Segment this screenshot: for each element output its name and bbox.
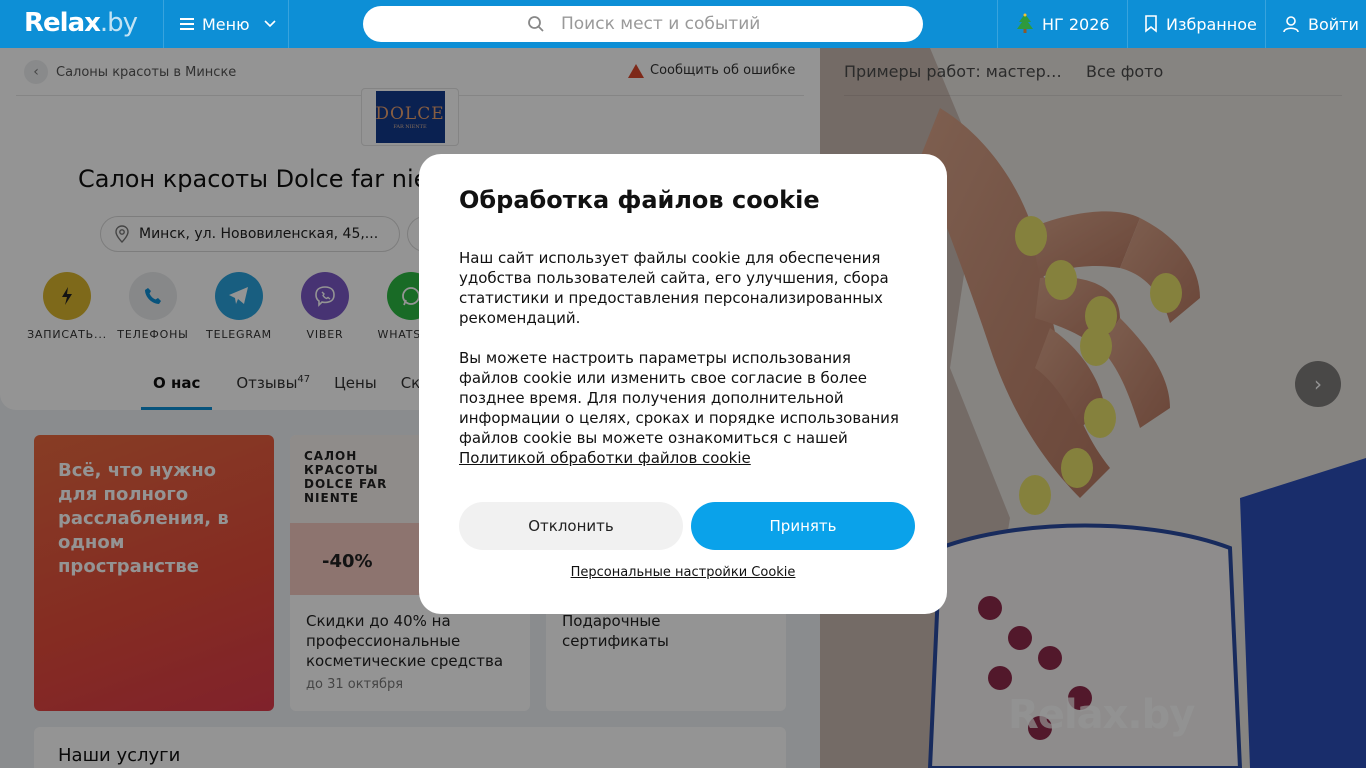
login-link[interactable]: Войти [1265, 0, 1366, 48]
login-label: Войти [1308, 14, 1359, 34]
top-header: Relax.by Меню НГ 2026 Избранное Войти [0, 0, 1366, 48]
cookie-paragraph-1: Наш сайт использует файлы cookie для обе… [459, 249, 889, 327]
site-logo[interactable]: Relax.by [24, 8, 138, 38]
menu-label: Меню [202, 14, 250, 34]
cookie-policy-link[interactable]: Политикой обработки файлов cookie [459, 449, 751, 467]
new-year-link[interactable]: НГ 2026 [997, 0, 1127, 48]
cookie-paragraph-2: Вы можете настроить параметры использова… [459, 349, 899, 467]
search-bar[interactable] [363, 6, 923, 42]
new-year-label: НГ 2026 [1042, 14, 1110, 34]
search-icon [528, 16, 544, 32]
menu-button[interactable]: Меню [163, 0, 289, 48]
bookmark-icon [1144, 15, 1158, 33]
user-icon [1282, 15, 1300, 33]
chevron-down-icon [264, 17, 276, 31]
favorites-link[interactable]: Избранное [1127, 0, 1265, 48]
cookie-modal-title: Обработка файлов cookie [459, 186, 820, 214]
cookie-buttons: Отклонить Принять [459, 502, 915, 550]
accept-button[interactable]: Принять [691, 502, 915, 550]
favorites-label: Избранное [1166, 14, 1257, 34]
personal-cookie-settings-link[interactable]: Персональные настройки Cookie [419, 565, 947, 580]
search-input[interactable] [561, 14, 901, 34]
hamburger-icon [180, 15, 194, 33]
christmas-tree-icon [1016, 13, 1034, 35]
cookie-modal: Обработка файлов cookie Наш сайт использ… [419, 154, 947, 614]
decline-button[interactable]: Отклонить [459, 502, 683, 550]
